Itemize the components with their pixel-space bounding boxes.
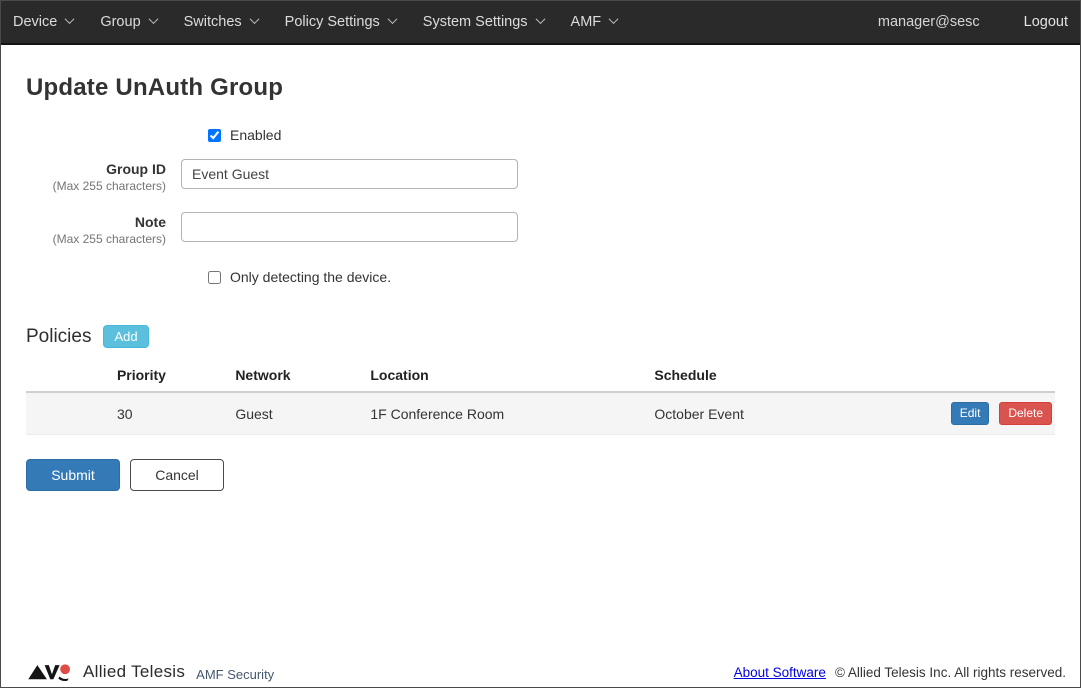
only-detecting-label[interactable]: Only detecting the device. bbox=[230, 269, 391, 285]
cancel-button[interactable]: Cancel bbox=[130, 459, 224, 491]
product-name: AMF Security bbox=[196, 667, 274, 682]
chevron-down-icon bbox=[535, 14, 545, 24]
cell-schedule: October Event bbox=[646, 392, 942, 435]
group-id-input[interactable] bbox=[181, 159, 518, 189]
top-navbar: Device Group Switches Policy Settings Sy… bbox=[1, 1, 1080, 45]
only-detecting-checkbox-row: Only detecting the device. bbox=[208, 269, 1055, 285]
nav-item-label: Switches bbox=[184, 14, 242, 30]
group-id-field-row: Group ID (Max 255 characters) bbox=[26, 159, 1055, 194]
nav-item-switches[interactable]: Switches bbox=[184, 14, 258, 30]
cell-priority: 30 bbox=[109, 392, 227, 435]
chevron-down-icon bbox=[148, 14, 158, 24]
cell-location: 1F Conference Room bbox=[362, 392, 646, 435]
cell-network: Guest bbox=[227, 392, 362, 435]
enabled-checkbox-row: Enabled bbox=[208, 127, 1055, 143]
chevron-down-icon bbox=[65, 14, 75, 24]
chevron-down-icon bbox=[609, 14, 619, 24]
nav-item-label: Group bbox=[100, 14, 140, 30]
about-software-link[interactable]: About Software bbox=[734, 665, 826, 680]
group-id-hint: (Max 255 characters) bbox=[26, 178, 166, 194]
logged-in-user: manager@sesc bbox=[878, 14, 980, 30]
copyright-text: © Allied Telesis Inc. All rights reserve… bbox=[835, 665, 1066, 680]
note-field-row: Note (Max 255 characters) bbox=[26, 212, 1055, 247]
nav-item-label: System Settings bbox=[423, 14, 528, 30]
chevron-down-icon bbox=[387, 14, 397, 24]
update-unauth-group-page: { "navbar": { "items": [ { "label": "Dev… bbox=[0, 0, 1081, 688]
group-id-label: Group ID bbox=[26, 161, 166, 178]
chevron-down-icon bbox=[249, 14, 259, 24]
form-actions: Submit Cancel bbox=[26, 459, 1055, 491]
footer: Allied Telesis AMF Security About Softwa… bbox=[26, 662, 1066, 682]
table-row: 30 Guest 1F Conference Room October Even… bbox=[26, 392, 1055, 435]
logout-button[interactable]: Logout bbox=[1024, 14, 1068, 30]
col-header-schedule: Schedule bbox=[646, 361, 942, 392]
cell-actions: Edit Delete bbox=[943, 392, 1055, 435]
delete-policy-button[interactable]: Delete bbox=[999, 402, 1052, 425]
nav-item-amf[interactable]: AMF bbox=[571, 14, 618, 30]
empty-header-cell bbox=[26, 361, 109, 392]
nav-item-label: Device bbox=[13, 14, 57, 30]
nav-item-system-settings[interactable]: System Settings bbox=[423, 14, 544, 30]
enabled-label[interactable]: Enabled bbox=[230, 127, 281, 143]
brand: Allied Telesis AMF Security bbox=[26, 662, 274, 682]
nav-item-device[interactable]: Device bbox=[13, 14, 73, 30]
nav-item-label: Policy Settings bbox=[285, 14, 380, 30]
col-header-location: Location bbox=[362, 361, 646, 392]
nav-item-group[interactable]: Group bbox=[100, 14, 156, 30]
note-hint: (Max 255 characters) bbox=[26, 231, 166, 247]
col-header-priority: Priority bbox=[109, 361, 227, 392]
table-header-row: Priority Network Location Schedule bbox=[26, 361, 1055, 392]
only-detecting-checkbox[interactable] bbox=[208, 271, 221, 284]
add-policy-button[interactable]: Add bbox=[103, 325, 148, 348]
policies-section-header: Policies Add bbox=[26, 325, 1055, 348]
col-header-actions bbox=[943, 361, 1055, 392]
submit-button[interactable]: Submit bbox=[26, 459, 120, 491]
col-header-network: Network bbox=[227, 361, 362, 392]
allied-telesis-logo bbox=[26, 662, 76, 682]
policies-heading: Policies bbox=[26, 326, 91, 348]
nav-item-label: AMF bbox=[571, 14, 602, 30]
page-title: Update UnAuth Group bbox=[26, 74, 1055, 102]
row-indent-cell bbox=[26, 392, 109, 435]
enabled-checkbox[interactable] bbox=[208, 129, 221, 142]
note-label: Note bbox=[26, 214, 166, 231]
nav-item-policy-settings[interactable]: Policy Settings bbox=[285, 14, 396, 30]
edit-policy-button[interactable]: Edit bbox=[951, 402, 990, 425]
main-content: Update UnAuth Group Enabled Group ID (Ma… bbox=[1, 74, 1080, 491]
policies-table: Priority Network Location Schedule 30 Gu… bbox=[26, 361, 1055, 435]
note-input[interactable] bbox=[181, 212, 518, 242]
brand-name: Allied Telesis bbox=[83, 662, 185, 682]
